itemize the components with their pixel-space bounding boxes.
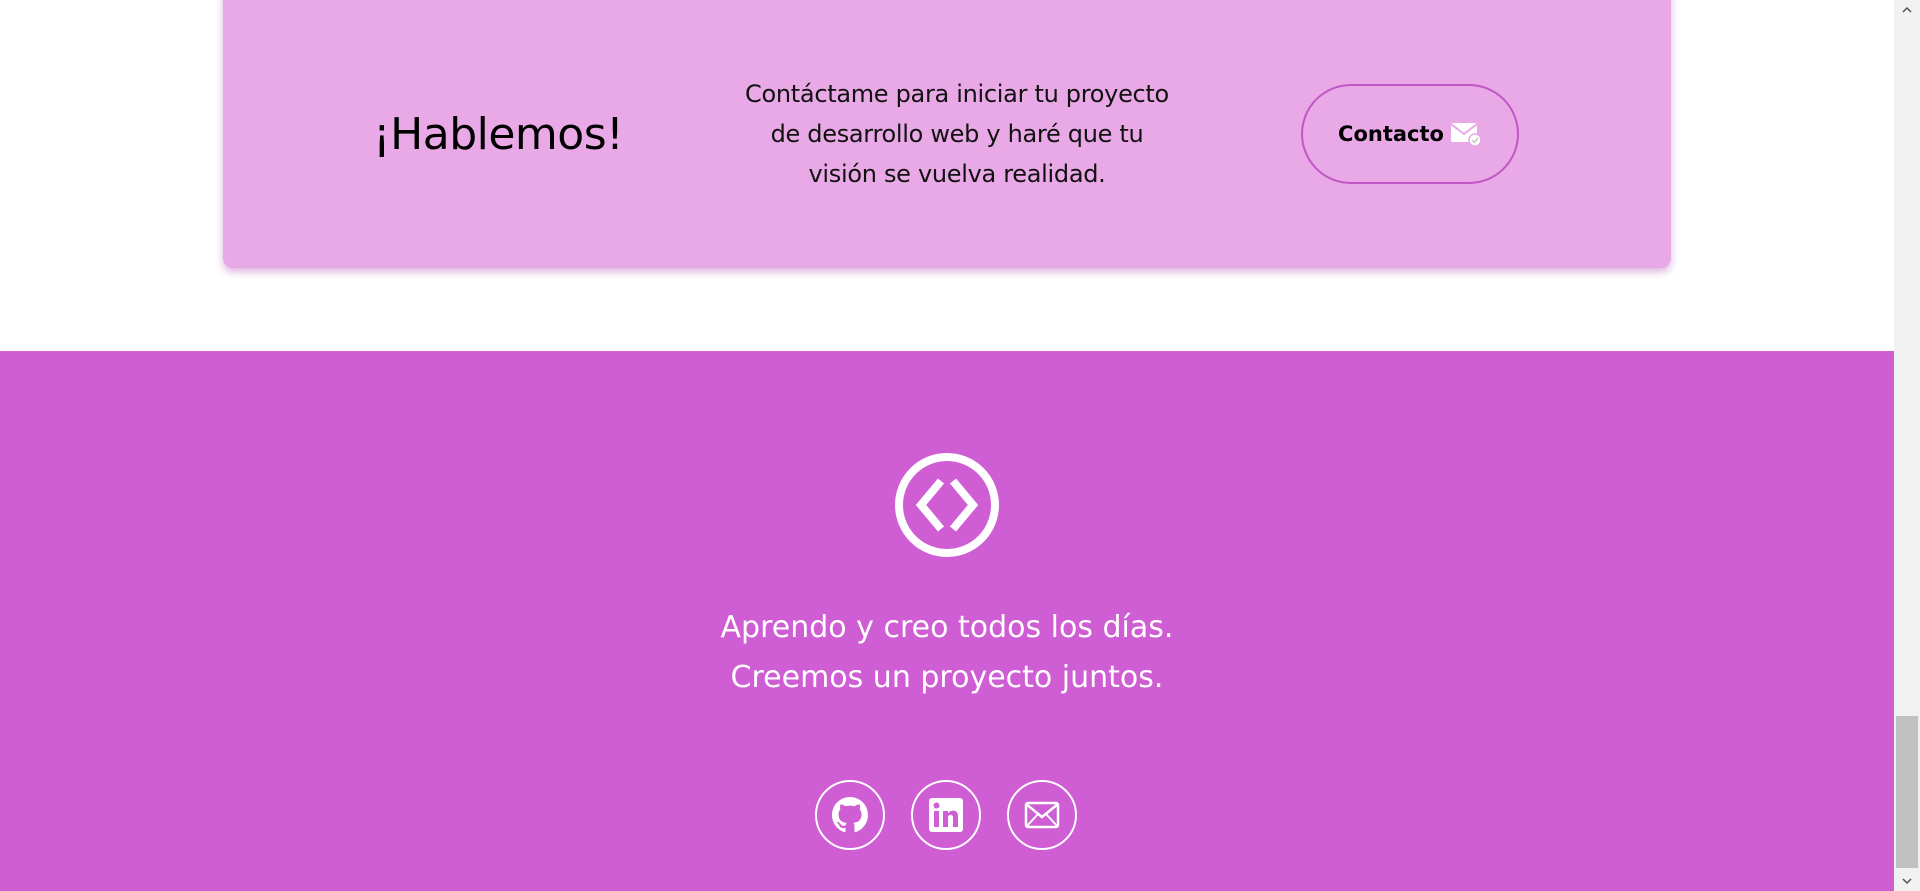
contact-cta-card: ¡Hablemos! Contáctame para iniciar tu pr… (223, 0, 1671, 268)
mail-check-icon (1450, 121, 1482, 147)
mail-icon (1024, 801, 1060, 829)
cta-title: ¡Hablemos! (373, 108, 624, 160)
contact-button-label: Contacto (1338, 122, 1444, 146)
footer-tagline-line2: Creemos un proyecto juntos. (730, 660, 1164, 695)
code-brackets-circle-icon (893, 451, 1001, 559)
page-content: ¡Hablemos! Contáctame para iniciar tu pr… (0, 0, 1894, 891)
linkedin-link[interactable] (911, 780, 981, 850)
footer: Aprendo y creo todos los días. Creemos u… (0, 351, 1894, 891)
social-links (815, 780, 1077, 850)
footer-tagline: Aprendo y creo todos los días. Creemos u… (0, 603, 1894, 703)
chevron-up-icon[interactable] (1894, 0, 1920, 20)
footer-tagline-line1: Aprendo y creo todos los días. (720, 610, 1174, 645)
github-icon (832, 797, 868, 833)
contact-button[interactable]: Contacto (1301, 84, 1519, 184)
email-link[interactable] (1007, 780, 1077, 850)
github-link[interactable] (815, 780, 885, 850)
scrollbar-thumb[interactable] (1896, 716, 1918, 868)
viewport: ¡Hablemos! Contáctame para iniciar tu pr… (0, 0, 1920, 891)
chevron-down-icon[interactable] (1894, 871, 1920, 891)
vertical-scrollbar[interactable] (1894, 0, 1920, 891)
linkedin-icon (928, 797, 964, 833)
cta-description: Contáctame para iniciar tu proyecto de d… (745, 80, 1169, 188)
